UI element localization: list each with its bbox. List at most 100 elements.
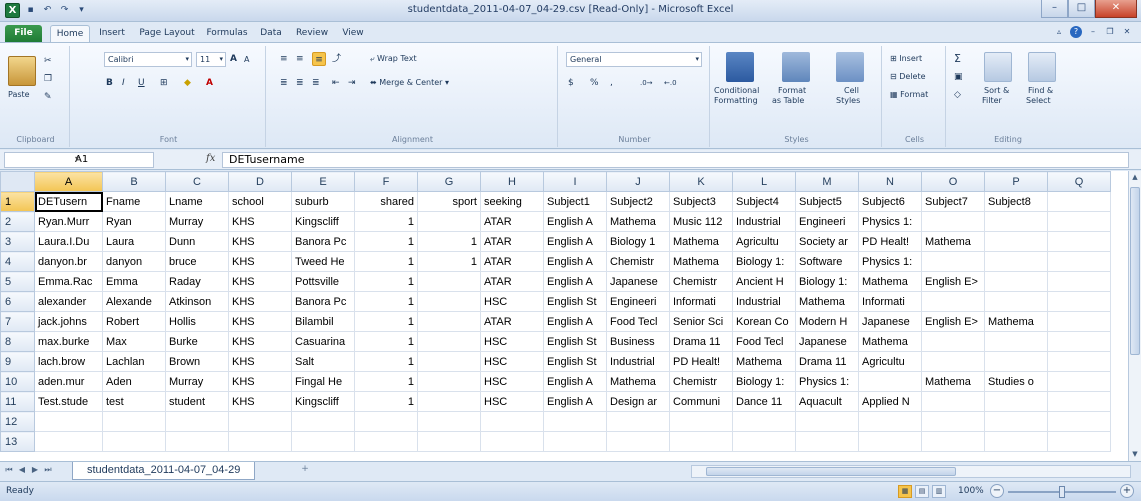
row-header[interactable]: 9 (0, 351, 35, 372)
number-format-select[interactable]: General ▾ (566, 52, 702, 67)
grid-cell[interactable] (984, 391, 1048, 412)
comma-button[interactable]: , (610, 76, 613, 90)
fill-color-icon[interactable]: ◆ (184, 76, 191, 90)
grid-cell[interactable]: Bilambil (291, 311, 355, 332)
doc-minimize-icon[interactable]: – (1087, 26, 1099, 38)
row-header[interactable]: 5 (0, 271, 35, 292)
grid-cell[interactable]: English St (543, 331, 607, 352)
insert-function-icon[interactable]: fx (206, 153, 215, 164)
grid-cell[interactable] (102, 411, 166, 432)
row-header[interactable]: 4 (0, 251, 35, 272)
grid-cell[interactable] (228, 431, 292, 452)
grid-cell[interactable]: English A (543, 311, 607, 332)
grid-cell[interactable]: 1 (354, 351, 418, 372)
grid-cell[interactable]: Chemistr (669, 271, 733, 292)
grid-cell[interactable] (1047, 391, 1111, 412)
grid-cell[interactable] (34, 411, 103, 432)
grid-cell[interactable]: suburb (291, 191, 355, 212)
grid-cell[interactable]: 1 (354, 251, 418, 272)
grid-cell[interactable]: Raday (165, 271, 229, 292)
grid-cell[interactable]: Ryan.Murr (34, 211, 103, 232)
grid-cell[interactable]: Emma.Rac (34, 271, 103, 292)
row-header[interactable]: 10 (0, 371, 35, 392)
grid-cell[interactable]: HSC (480, 371, 544, 392)
grid-cell[interactable]: Hollis (165, 311, 229, 332)
formula-input[interactable]: DETusername (222, 152, 1129, 168)
grid-cell[interactable]: HSC (480, 291, 544, 312)
grid-cell[interactable]: Max (102, 331, 166, 352)
format-as-table-icon[interactable] (782, 52, 810, 82)
grid-cell[interactable]: Informati (858, 291, 922, 312)
grid-cell[interactable]: Murray (165, 371, 229, 392)
first-sheet-icon[interactable]: ⏮ (4, 465, 14, 475)
column-header[interactable]: H (480, 171, 544, 192)
find-select-icon[interactable] (1028, 52, 1056, 82)
font-size-select[interactable]: 11 ▾ (196, 52, 226, 67)
grid-cell[interactable]: Subject4 (732, 191, 796, 212)
grid-cell[interactable]: Mathema (606, 371, 670, 392)
grid-cell[interactable]: Test.stude (34, 391, 103, 412)
grid-cell[interactable]: Communi (669, 391, 733, 412)
grid-cell[interactable]: Engineeri (606, 291, 670, 312)
grid-cell[interactable]: 1 (354, 331, 418, 352)
grid-cell[interactable] (417, 291, 481, 312)
grid-cell[interactable]: ATAR (480, 251, 544, 272)
row-header[interactable]: 2 (0, 211, 35, 232)
grid-cell[interactable]: max.burke (34, 331, 103, 352)
format-painter-icon[interactable]: ✎ (44, 90, 52, 104)
grid-cell[interactable]: PD Healt! (669, 351, 733, 372)
grid-cell[interactable]: Casuarina (291, 331, 355, 352)
grid-cell[interactable]: KHS (228, 251, 292, 272)
grid-cell[interactable] (354, 411, 418, 432)
column-header[interactable]: J (606, 171, 670, 192)
sort-filter-label[interactable]: Sort & (984, 86, 1009, 95)
grid-cell[interactable]: danyon.br (34, 251, 103, 272)
grid-cell[interactable]: Senior Sci (669, 311, 733, 332)
grid-cell[interactable]: student (165, 391, 229, 412)
last-sheet-icon[interactable]: ⏭ (43, 465, 53, 475)
grid-cell[interactable]: Mathema (921, 371, 985, 392)
column-header[interactable]: O (921, 171, 985, 192)
sheet-tab-active[interactable]: studentdata_2011-04-07_04-29 (72, 462, 256, 480)
grid-cell[interactable]: 1 (354, 291, 418, 312)
grid-cell[interactable]: Laura (102, 231, 166, 252)
grid-cell[interactable]: HSC (480, 391, 544, 412)
cell-styles-label-2[interactable]: Styles (836, 96, 860, 105)
grid-cell[interactable]: Biology 1: (732, 251, 796, 272)
column-header[interactable]: F (354, 171, 418, 192)
name-box[interactable]: A1 ▾ (4, 152, 154, 168)
grid-cell[interactable] (1047, 311, 1111, 332)
grid-cell[interactable]: Subject1 (543, 191, 607, 212)
grid-cell[interactable] (34, 431, 103, 452)
column-header[interactable]: A (34, 171, 103, 192)
grid-cell[interactable]: Drama 11 (669, 331, 733, 352)
grid-cell[interactable] (1047, 371, 1111, 392)
column-header[interactable]: K (669, 171, 733, 192)
grid-cell[interactable]: English E> (921, 311, 985, 332)
zoom-in-button[interactable]: + (1120, 484, 1134, 498)
grid-cell[interactable]: Design ar (606, 391, 670, 412)
wrap-text-button[interactable]: ⤶ Wrap Text (370, 54, 417, 64)
grid-cell[interactable] (984, 351, 1048, 372)
grid-cell[interactable]: KHS (228, 371, 292, 392)
grid-cell[interactable]: Mathema (795, 291, 859, 312)
grid-cell[interactable]: Industrial (732, 211, 796, 232)
grid-cell[interactable] (1047, 231, 1111, 252)
find-select-label-2[interactable]: Select (1026, 96, 1051, 105)
prev-sheet-icon[interactable]: ◀ (17, 465, 27, 475)
grid-cell[interactable]: seeking (480, 191, 544, 212)
grid-cell[interactable]: Lname (165, 191, 229, 212)
grid-cell[interactable]: school (228, 191, 292, 212)
column-header[interactable]: Q (1047, 171, 1111, 192)
grid-cell[interactable] (606, 431, 670, 452)
column-header[interactable]: G (417, 171, 481, 192)
next-sheet-icon[interactable]: ▶ (30, 465, 40, 475)
grid-cell[interactable]: Fingal He (291, 371, 355, 392)
tab-file[interactable]: File (5, 25, 42, 43)
grid-cell[interactable]: Subject6 (858, 191, 922, 212)
grid-cell[interactable]: HSC (480, 351, 544, 372)
grid-cell[interactable] (543, 431, 607, 452)
scroll-down-icon[interactable]: ▼ (1129, 448, 1141, 461)
grid-cell[interactable]: Aden (102, 371, 166, 392)
grid-cell[interactable]: 1 (354, 371, 418, 392)
